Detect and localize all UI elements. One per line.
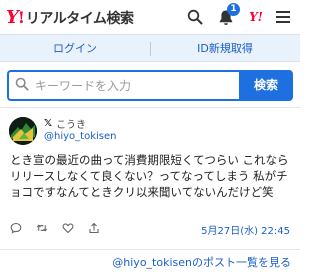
search-box[interactable] [7, 70, 239, 101]
login-link[interactable]: ログイン [0, 35, 150, 63]
logo-title: リアルタイム検索 [25, 11, 134, 27]
search-input[interactable] [35, 78, 225, 93]
app-header: Y! リアルタイム検索 1 Y! [0, 0, 300, 34]
search-field-icon [15, 76, 29, 95]
x-logo-icon: 𝕏 [44, 117, 53, 129]
search-form: 検索 [7, 70, 293, 101]
search-icon[interactable] [185, 7, 205, 27]
login-bar: ログイン ID新規取得 [0, 34, 300, 62]
tweet-text: とき宣の最近の曲って消費期限短くてつらい これならリリースしなくて良くない？って… [10, 153, 289, 199]
user-handle[interactable]: @hiyo_tokisen [44, 131, 116, 142]
user-name: こうき [56, 119, 87, 131]
yahoo-japan-icon[interactable]: Y! [246, 7, 266, 27]
menu-icon[interactable] [273, 7, 293, 27]
tweet-card: 𝕏 こうき @hiyo_tokisen とき宣の最近の曲って消費期限短くてつらい… [0, 107, 300, 250]
tweet-actions [10, 222, 100, 234]
share-icon[interactable] [88, 222, 100, 234]
tweet-timestamp[interactable]: 5月27日(水) 22:45 [201, 222, 290, 237]
avatar[interactable] [9, 117, 37, 145]
retweet-icon[interactable] [36, 222, 48, 234]
yahoo-realtime-logo[interactable]: Y! リアルタイム検索 [6, 7, 134, 28]
like-icon[interactable] [62, 222, 74, 234]
notification-badge: 1 [227, 3, 240, 16]
user-posts-link[interactable]: @hiyo_tokisenのポスト一覧を見る [112, 254, 291, 270]
search-button[interactable]: 検索 [239, 70, 293, 101]
yahoo-logo-mark: Y [6, 7, 19, 28]
user-name-row: 𝕏 こうき [44, 116, 87, 131]
reply-icon[interactable] [10, 222, 22, 234]
register-link[interactable]: ID新規取得 [150, 35, 300, 63]
yahoo-logo-exclamation: ! [17, 8, 25, 27]
